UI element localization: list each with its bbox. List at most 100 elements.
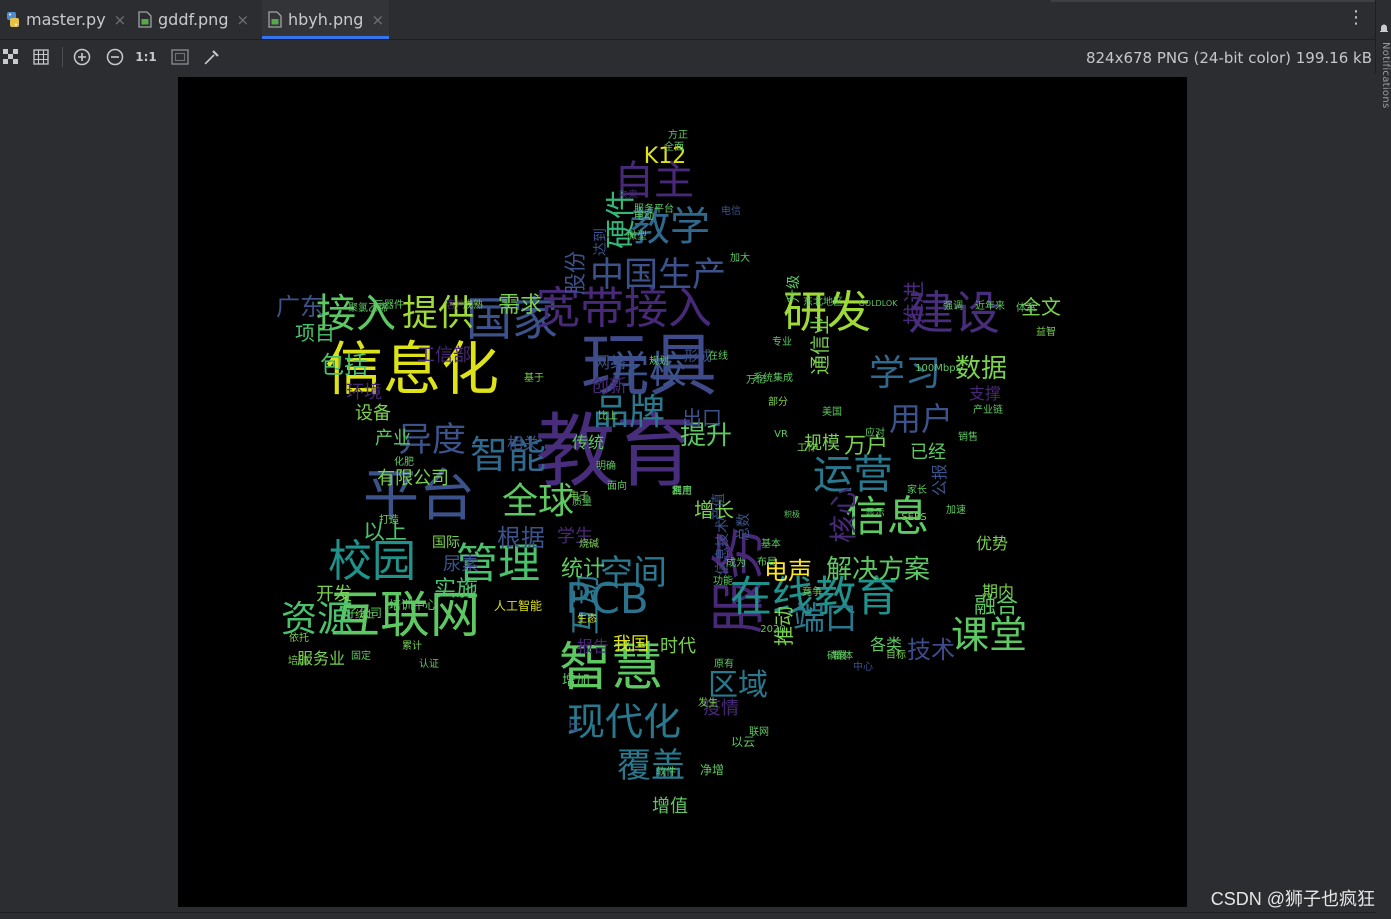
word-cloud-word: 明确 — [596, 461, 616, 472]
word-cloud-word: 联网 — [749, 727, 769, 738]
word-cloud-word: 开发 — [316, 584, 352, 605]
word-cloud-word: 产业链 — [973, 405, 1003, 416]
zoom-out-icon[interactable] — [104, 46, 126, 68]
word-cloud-word: 基本 — [761, 539, 781, 550]
word-cloud-word: 规划 — [649, 356, 669, 367]
word-cloud-word: 成为 — [726, 558, 746, 569]
notifications-panel-toggle[interactable]: Notifications — [1377, 42, 1391, 109]
word-cloud-word: 项目 — [295, 321, 335, 345]
word-cloud-word: 微型 — [627, 231, 647, 242]
word-cloud-word: 需求 — [497, 293, 543, 318]
word-cloud-word: 相关 — [506, 434, 540, 453]
word-cloud-word: 校园 — [328, 536, 416, 587]
word-cloud-word: 网络 — [593, 353, 627, 372]
close-icon[interactable]: × — [371, 11, 384, 29]
grid-icon[interactable] — [30, 46, 52, 68]
word-cloud-word: 方正 — [668, 130, 688, 141]
word-cloud-word: 应对 — [865, 428, 885, 439]
python-file-icon — [6, 11, 20, 28]
chessboard-icon[interactable] — [0, 46, 22, 68]
close-icon[interactable]: × — [236, 11, 249, 29]
color-picker-icon[interactable] — [201, 46, 223, 68]
word-cloud-word: 专业 — [772, 337, 792, 348]
word-cloud-word: 通信业 — [808, 315, 832, 375]
word-cloud-word: 包括 — [320, 351, 368, 379]
tab-label: hbyh.png — [288, 10, 364, 29]
status-bar — [0, 912, 1376, 919]
word-cloud-word: GOLDLOK — [858, 299, 898, 308]
actual-size-button[interactable]: 1:1 — [135, 46, 157, 68]
word-cloud-word: 显示 — [865, 508, 885, 519]
word-cloud-word: 美国 — [822, 407, 842, 418]
word-cloud-word: 国际 — [432, 535, 460, 551]
word-cloud-word: 产业 — [375, 428, 411, 449]
right-tool-strip: Notifications — [1375, 0, 1391, 919]
word-cloud-word: 净增 — [699, 763, 725, 777]
word-cloud-word: 核心 — [827, 486, 860, 544]
word-cloud-word: 广东 — [276, 293, 324, 321]
word-cloud-word: 优势 — [975, 534, 1009, 553]
word-cloud-word: 元器件 — [374, 300, 404, 311]
word-cloud-word: 统计 — [560, 557, 606, 582]
word-cloud-word: 有限公司 — [377, 468, 449, 489]
word-cloud: 教育 玩具 信息化 互联网 智慧 服务 平台 校园 管理 国家 宽带接入 研发 建设 在线教育 课堂 现代化 P… — [178, 77, 1187, 907]
word-cloud-word: 环境 — [346, 382, 382, 403]
word-cloud-word: 2020 — [760, 624, 786, 635]
word-cloud-word: 互动 — [569, 575, 604, 635]
close-icon[interactable]: × — [114, 11, 127, 29]
word-cloud-word: 面向 — [607, 481, 627, 492]
image-info-label: 824x678 PNG (24-bit color) 199.16 kB — [1085, 49, 1372, 67]
word-cloud-word: VR — [774, 429, 788, 440]
watermark-text: CSDN @狮子也疯狂 — [1210, 889, 1375, 909]
word-cloud-word: 增值 — [652, 796, 688, 817]
word-cloud-word: IT — [568, 719, 584, 733]
word-cloud-word: SEES — [901, 512, 927, 523]
word-cloud-word: 中国生产 — [590, 255, 726, 295]
word-cloud-word: 线上 — [355, 610, 375, 621]
word-cloud-word: 根据 — [497, 524, 545, 552]
tab-label: gddf.png — [158, 10, 229, 29]
word-cloud-word: 已经 — [910, 442, 946, 463]
image-toolbar: 1:1 824x678 PNG (24-bit color) 199.16 kB — [0, 40, 1376, 74]
word-cloud-word: 布局 — [757, 557, 777, 568]
word-cloud-word: 人工智能 — [493, 599, 543, 613]
word-cloud-word: 尿素 — [443, 554, 479, 575]
word-cloud-word: 加大 — [730, 253, 750, 264]
word-cloud-word: 体系 — [1016, 303, 1036, 314]
tab-hbyh-png[interactable]: hbyh.png × — [262, 0, 389, 39]
word-cloud-word: 推进 — [903, 280, 928, 326]
word-cloud-word: 万户 — [843, 434, 889, 459]
word-cloud-word: 生态 — [577, 614, 597, 625]
word-cloud-word: 电信 — [721, 206, 741, 217]
word-cloud-word: 在线 — [708, 351, 728, 362]
word-cloud-word: 软件 — [656, 767, 676, 778]
word-cloud-word: 报告 — [576, 637, 610, 656]
tab-master-py[interactable]: master.py × — [0, 0, 127, 39]
word-cloud-word: 积极 — [784, 510, 800, 519]
editor-tab-bar: master.py × gddf.png × hbyh.png × ⋮ — [0, 0, 1391, 40]
word-cloud-word: 创新 — [591, 376, 627, 397]
more-options-icon[interactable]: ⋮ — [1347, 8, 1365, 28]
word-cloud-word: 用户 — [888, 400, 954, 438]
word-cloud-word: 出口 — [682, 406, 722, 430]
zoom-in-icon[interactable] — [71, 46, 93, 68]
word-cloud-word: 强调 — [943, 301, 963, 312]
tab-label: master.py — [26, 10, 106, 29]
notification-bell-icon[interactable] — [1379, 18, 1389, 32]
word-cloud-word: 工信部 — [417, 345, 471, 366]
word-cloud-word: 加速 — [946, 505, 966, 516]
word-cloud-word: 固定 — [351, 651, 371, 662]
title-divider — [1051, 0, 1391, 2]
word-cloud-word: 累计 — [402, 641, 422, 652]
fit-zoom-icon[interactable] — [169, 46, 191, 68]
word-cloud-word: 原有 — [714, 659, 734, 670]
word-cloud-word: 课堂 — [950, 613, 1028, 657]
word-cloud-word: 股份 — [564, 250, 589, 296]
word-cloud-word: 实施 — [433, 577, 479, 602]
tab-gddf-png[interactable]: gddf.png × — [132, 0, 256, 39]
word-cloud-word: 烧碱 — [579, 539, 599, 550]
word-cloud-word: 全球 — [501, 481, 575, 522]
word-cloud-word: 比上 — [598, 411, 618, 422]
word-cloud-word: 群体 — [833, 651, 853, 662]
word-cloud-word: 我国 — [613, 634, 649, 655]
